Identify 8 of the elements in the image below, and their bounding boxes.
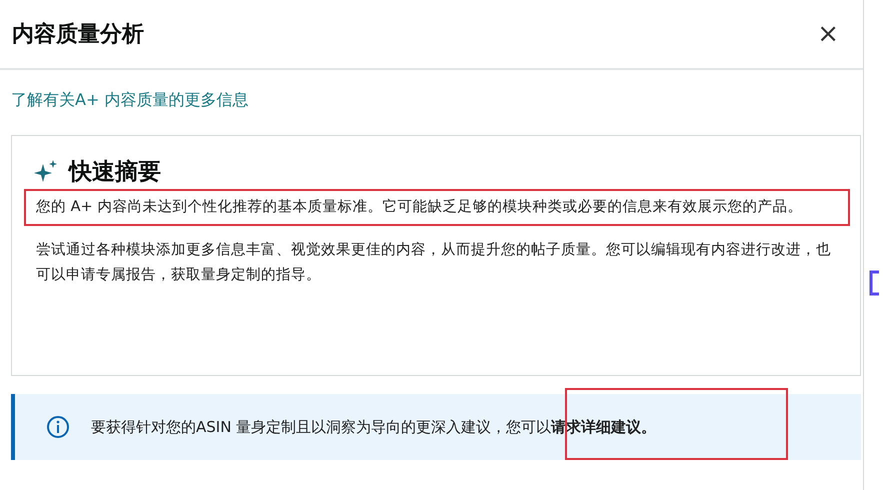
- close-button[interactable]: ×: [813, 21, 843, 47]
- highlighted-paragraph: 您的 A+ 内容尚未达到个性化推荐的基本质量标准。它可能缺乏足够的模块种类或必要的信息来有效展示您的产品。: [24, 189, 850, 226]
- card-title: 快速摘要: [69, 158, 161, 187]
- paragraph: 尝试通过各种模块添加更多信息丰富、视觉效果更佳的内容，从而提升您的帖子质量。您可以编辑现有内容进行改进，也可以申请专属报告，获取量身定制的指导。: [35, 240, 832, 285]
- info-message: 要获得针对您的ASIN 量身定制且以洞察为导向的更深入建议，您可以请求详细建议。: [91, 418, 656, 436]
- info-icon: [45, 414, 71, 440]
- learn-more-link[interactable]: 了解有关A+ 内容质量的更多信息: [11, 90, 248, 111]
- dialog-title: 内容质量分析: [12, 20, 144, 49]
